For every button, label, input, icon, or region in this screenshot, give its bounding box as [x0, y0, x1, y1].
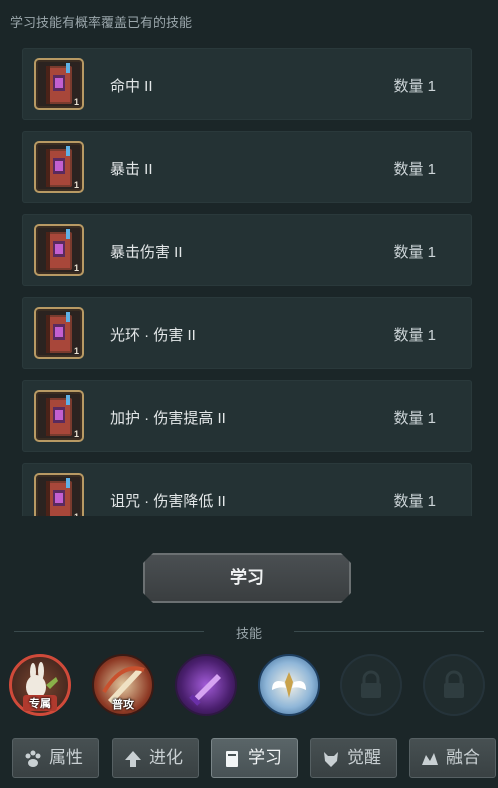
skill-book-icon: 1 [34, 224, 84, 276]
item-count: 1 [73, 180, 79, 190]
paw-icon [25, 750, 41, 767]
item-quantity: 数量 1 [393, 410, 436, 427]
tab-label: 学习 [248, 748, 282, 767]
skill-tag: 普攻 [112, 699, 134, 711]
tab-label: 融合 [446, 748, 480, 767]
locked-skill-slot[interactable] [340, 654, 402, 716]
item-quantity: 数量 1 [393, 327, 436, 344]
hint-text: 学习技能有概率覆盖已有的技能 [10, 15, 193, 30]
skill-slot-winged-emblem[interactable] [258, 654, 320, 716]
fusion-icon [422, 753, 438, 765]
item-count: 1 [74, 512, 79, 516]
skill-book-icon: 1 [34, 473, 84, 516]
tab-label: 进化 [149, 748, 183, 767]
skill-tag: 专属 [23, 695, 57, 711]
bottom-tab-bar: 属性 进化 学习 觉醒 融合 [0, 734, 498, 788]
item-quantity: 数量 1 [393, 493, 436, 510]
tab-learn[interactable]: 学习 [211, 738, 298, 778]
skill-book-icon: 1 [34, 141, 84, 193]
skill-book-icon: 1 [34, 390, 84, 442]
skill-book-icon: 1 [34, 307, 84, 359]
item-name: 加护 · 伤害提高 II [110, 410, 226, 427]
tab-evolve[interactable]: 进化 [112, 738, 199, 778]
item-name: 暴击伤害 II [110, 244, 183, 261]
skill-slot-purple-sword[interactable] [175, 654, 237, 716]
list-item[interactable]: 1 命中 II 数量 1 [22, 48, 472, 120]
list-item[interactable]: 1 诅咒 · 伤害降低 II 数量 1 [22, 463, 472, 516]
up-arrow-icon [125, 751, 141, 767]
item-name: 命中 II [110, 78, 153, 95]
item-quantity: 数量 1 [393, 161, 436, 178]
tab-fusion[interactable]: 融合 [409, 738, 496, 778]
learn-button[interactable]: 学习 [143, 553, 351, 603]
item-name: 诅咒 · 伤害降低 II [110, 493, 226, 510]
tab-awaken[interactable]: 觉醒 [310, 738, 397, 778]
item-name: 光环 · 伤害 II [110, 327, 196, 344]
item-count: 1 [73, 429, 79, 439]
winged-emblem-skill-icon [272, 672, 306, 698]
skills-section-title: 技能 [235, 626, 262, 641]
lock-icon [444, 670, 464, 698]
list-item[interactable]: 1 暴击 II 数量 1 [22, 131, 472, 203]
item-count: 1 [73, 263, 79, 273]
tab-attributes[interactable]: 属性 [12, 738, 99, 778]
skill-book-list[interactable]: 1 命中 II 数量 1 1 暴击 II 数量 1 1 暴击伤害 II 数量 1… [22, 48, 472, 516]
list-item[interactable]: 1 暴击伤害 II 数量 1 [22, 214, 472, 286]
item-quantity: 数量 1 [393, 78, 436, 95]
skill-slot-normal-attack[interactable]: 普攻 [92, 654, 154, 716]
skill-book-icon: 1 [34, 58, 84, 110]
item-count: 1 [73, 97, 79, 107]
locked-skill-slot[interactable] [423, 654, 485, 716]
book-icon [226, 751, 238, 767]
wolf-icon [324, 752, 338, 767]
list-item[interactable]: 1 光环 · 伤害 II 数量 1 [22, 297, 472, 369]
tab-label: 属性 [49, 748, 83, 767]
skill-slot-exclusive[interactable]: 专属 [9, 654, 71, 716]
list-item[interactable]: 1 加护 · 伤害提高 II 数量 1 [22, 380, 472, 452]
purple-sword-skill-icon [189, 674, 221, 706]
item-count: 1 [73, 346, 79, 356]
lock-icon [361, 670, 381, 698]
item-name: 暴击 II [110, 161, 153, 178]
tab-label: 觉醒 [347, 748, 381, 767]
item-quantity: 数量 1 [393, 244, 436, 261]
